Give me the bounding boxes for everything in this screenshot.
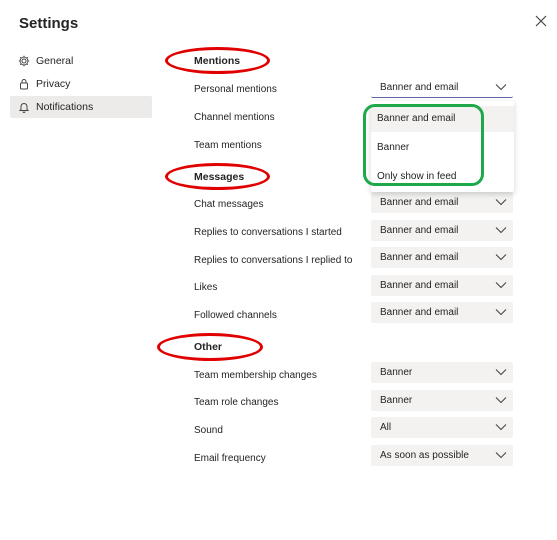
team-role-select[interactable]: Banner — [371, 390, 513, 411]
select-value: All — [380, 422, 392, 433]
row-label: Chat messages — [194, 199, 264, 210]
select-value: Banner — [380, 395, 413, 406]
nav-item-label: Privacy — [36, 78, 71, 90]
select-value: Banner and email — [380, 280, 459, 291]
personal-mentions-select[interactable]: Banner and email — [371, 77, 513, 98]
followed-channels-select[interactable]: Banner and email — [371, 302, 513, 323]
row-label: Replies to conversations I started — [194, 227, 342, 238]
row-label: Likes — [194, 282, 218, 293]
row-label: Personal mentions — [194, 84, 277, 95]
chevron-down-icon — [495, 397, 507, 404]
row-label: Team mentions — [194, 140, 262, 151]
select-value: Banner and email — [380, 81, 459, 93]
replies-replied-select[interactable]: Banner and email — [371, 247, 513, 268]
nav-item-privacy[interactable]: Privacy — [10, 73, 152, 95]
chat-messages-select[interactable]: Banner and email — [371, 192, 513, 213]
row-label: Email frequency — [194, 453, 266, 464]
section-heading-messages: Messages — [194, 171, 245, 183]
chevron-down-icon — [495, 84, 507, 91]
nav-item-general[interactable]: General — [10, 50, 152, 72]
settings-title: Settings — [19, 15, 79, 32]
row-label: Team role changes — [194, 397, 279, 408]
notification-options-dropdown: Banner and email Banner Only show in fee… — [371, 101, 514, 192]
select-value: Banner and email — [380, 307, 459, 318]
chevron-down-icon — [495, 254, 507, 261]
likes-select[interactable]: Banner and email — [371, 275, 513, 296]
gear-icon — [18, 55, 30, 67]
lock-icon — [20, 79, 28, 90]
chevron-down-icon — [495, 282, 507, 289]
chevron-down-icon — [495, 424, 507, 431]
dropdown-option-banner[interactable]: Banner — [377, 142, 409, 153]
settings-nav: General Privacy Notifications — [10, 50, 152, 119]
team-membership-select[interactable]: Banner — [371, 362, 513, 383]
nav-item-notifications[interactable]: Notifications — [10, 96, 152, 118]
select-value: As soon as possible — [380, 450, 469, 461]
dropdown-option-only-show-in-feed[interactable]: Only show in feed — [377, 171, 457, 182]
chevron-down-icon — [495, 369, 507, 376]
email-frequency-select[interactable]: As soon as possible — [371, 445, 513, 466]
replies-started-select[interactable]: Banner and email — [371, 220, 513, 241]
select-value: Banner — [380, 367, 413, 378]
row-label: Sound — [194, 425, 223, 436]
close-icon[interactable] — [534, 14, 548, 28]
row-label: Channel mentions — [194, 112, 275, 123]
row-label: Team membership changes — [194, 370, 317, 381]
row-label: Replies to conversations I replied to — [194, 255, 353, 266]
select-value: Banner and email — [380, 252, 459, 263]
chevron-down-icon — [495, 199, 507, 206]
bell-icon — [18, 103, 30, 113]
nav-item-label: General — [36, 55, 74, 67]
chevron-down-icon — [495, 452, 507, 459]
section-heading-other: Other — [194, 341, 223, 353]
nav-item-label: Notifications — [36, 101, 94, 113]
section-heading-mentions: Mentions — [194, 55, 241, 67]
select-value: Banner and email — [380, 197, 459, 208]
chevron-down-icon — [495, 309, 507, 316]
row-label: Followed channels — [194, 310, 277, 321]
dropdown-option-banner-and-email[interactable]: Banner and email — [377, 113, 455, 124]
chevron-down-icon — [495, 227, 507, 234]
sound-select[interactable]: All — [371, 417, 513, 438]
select-value: Banner and email — [380, 225, 459, 236]
